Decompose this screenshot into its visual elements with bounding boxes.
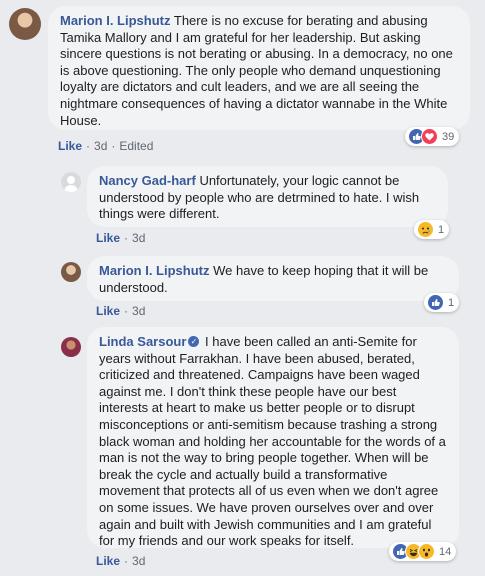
comment-bubble: Marion I. Lipshutz There is no excuse fo… xyxy=(48,6,470,130)
comment-actions: Like · 3d xyxy=(96,554,145,568)
timestamp[interactable]: 3d xyxy=(132,231,145,245)
timestamp[interactable]: 3d xyxy=(132,304,145,318)
avatar[interactable] xyxy=(61,262,81,282)
comment-text: I have been called an anti-Semite for ye… xyxy=(99,334,446,549)
comment-bubble: Linda Sarsour ✓ I have been called an ant… xyxy=(87,327,459,548)
edited-label[interactable]: Edited xyxy=(119,139,153,153)
like-button[interactable]: Like xyxy=(96,554,120,568)
reaction-count: 1 xyxy=(448,296,455,309)
verified-badge-icon: ✓ xyxy=(188,336,200,348)
comment-author[interactable]: Linda Sarsour xyxy=(99,334,186,349)
timestamp[interactable]: 3d xyxy=(132,554,145,568)
like-button[interactable]: Like xyxy=(96,304,120,318)
avatar[interactable] xyxy=(9,8,41,40)
comment-author[interactable]: Nancy Gad-harf xyxy=(99,173,196,188)
reaction-count: 39 xyxy=(442,130,455,143)
comment-actions: Like · 3d xyxy=(96,304,145,318)
comment-author[interactable]: Marion I. Lipshutz xyxy=(99,263,210,278)
reaction-summary[interactable]: 39 xyxy=(405,127,460,146)
reaction-count: 14 xyxy=(439,545,452,558)
reaction-summary[interactable]: 1 xyxy=(414,220,450,239)
comment-author[interactable]: Marion I. Lipshutz xyxy=(60,13,171,28)
separator: · xyxy=(124,554,129,568)
reaction-count: 1 xyxy=(438,223,445,236)
comment-bubble: Nancy Gad-harf Unfortunately, your logic… xyxy=(87,166,448,227)
reaction-summary[interactable]: 14 xyxy=(389,542,457,561)
separator: · xyxy=(124,304,129,318)
avatar[interactable] xyxy=(61,172,81,192)
comment-actions: Like · 3d · Edited xyxy=(58,139,153,153)
comment-bubble: Marion I. Lipshutz We have to keep hopin… xyxy=(87,256,459,301)
comment-actions: Like · 3d xyxy=(96,231,145,245)
love-icon xyxy=(421,128,438,145)
separator: · xyxy=(111,139,116,153)
comment-text: There is no excuse for berating and abus… xyxy=(60,13,453,128)
like-button[interactable]: Like xyxy=(58,139,82,153)
separator: · xyxy=(86,139,91,153)
timestamp[interactable]: 3d xyxy=(94,139,107,153)
like-button[interactable]: Like xyxy=(96,231,120,245)
default-avatar-icon xyxy=(64,176,78,192)
separator: · xyxy=(124,231,129,245)
sad-icon xyxy=(417,221,434,238)
avatar[interactable] xyxy=(61,337,81,357)
like-icon xyxy=(427,294,444,311)
reaction-summary[interactable]: 1 xyxy=(424,293,460,312)
wow-icon xyxy=(418,543,435,560)
